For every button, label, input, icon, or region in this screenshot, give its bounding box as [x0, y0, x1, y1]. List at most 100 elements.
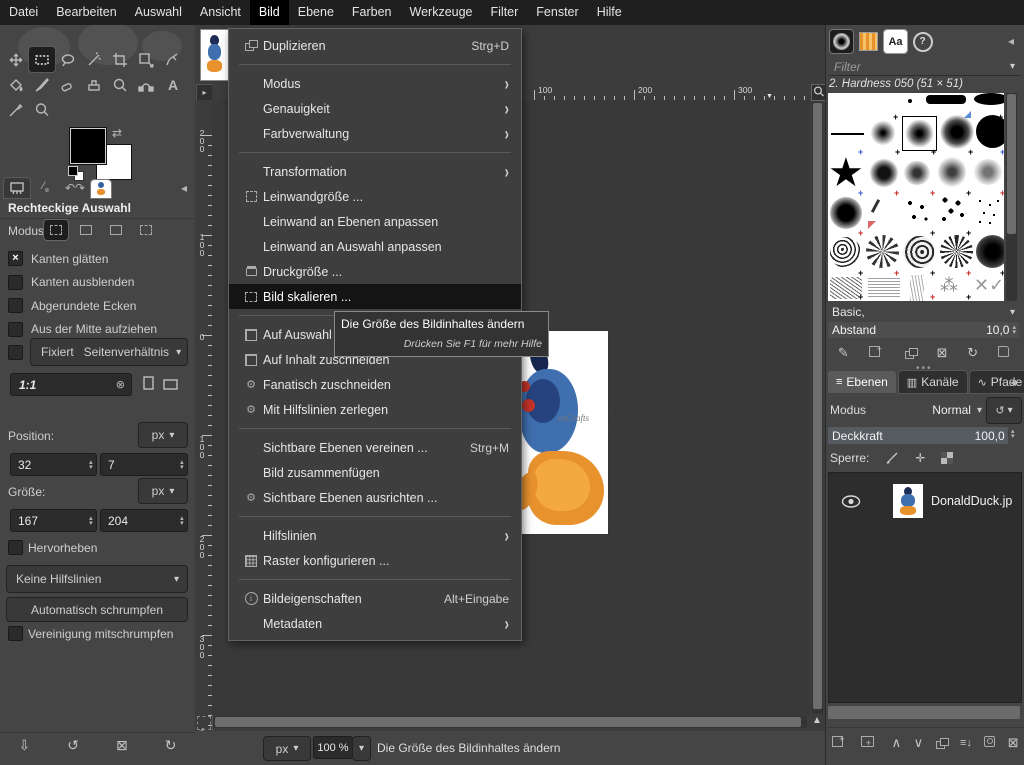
tab-patterns[interactable]: [857, 30, 880, 53]
menu-item-sichtbare-ebenen-ausrichten[interactable]: ⚙Sichtbare Ebenen ausrichten ...: [229, 485, 521, 510]
lock-alpha-icon[interactable]: [941, 452, 953, 464]
new-layer-icon[interactable]: +: [832, 736, 848, 750]
brush-swatch[interactable]: [904, 197, 932, 225]
brush-grid-scrollbar[interactable]: [1006, 93, 1017, 301]
brush-swatch[interactable]: ⁂: [940, 275, 958, 296]
opacity-spinner[interactable]: ▴▾: [1011, 429, 1015, 439]
zoom-tool[interactable]: [29, 97, 55, 122]
menu-item-raster-konfigurieren[interactable]: Raster konfigurieren ...: [229, 548, 521, 573]
mode-replace-button[interactable]: [44, 220, 68, 240]
size-width-spinner[interactable]: 167▴▾: [10, 509, 97, 532]
menu-item-metadaten[interactable]: Metadaten›: [229, 611, 521, 636]
menubar-item-bild[interactable]: Bild: [250, 0, 289, 25]
checkbox[interactable]: ×: [8, 251, 23, 266]
landscape-icon[interactable]: [163, 377, 180, 392]
brush-swatch[interactable]: [926, 95, 966, 104]
free-select-tool[interactable]: [55, 47, 81, 72]
collapse-layers-dock-icon[interactable]: ◂: [1010, 375, 1016, 389]
size-unit-dropdown[interactable]: px▾: [138, 478, 188, 504]
menu-item-transformation[interactable]: Transformation›: [229, 159, 521, 184]
brush-swatch[interactable]: [870, 159, 898, 187]
position-y-spinner[interactable]: 7▴▾: [100, 453, 188, 476]
menubar-item-bearbeiten[interactable]: Bearbeiten: [47, 0, 125, 25]
dodge-burn-tool[interactable]: [107, 72, 133, 97]
text-tool[interactable]: A: [159, 72, 185, 97]
brush-swatch[interactable]: [910, 275, 924, 301]
crop-tool[interactable]: [107, 47, 133, 72]
menubar-item-hilfe[interactable]: Hilfe: [588, 0, 631, 25]
delete-brush-icon[interactable]: ⊠: [937, 345, 948, 361]
zoom-value[interactable]: 100 %: [313, 736, 353, 759]
fixed-button[interactable]: Fixiert: [31, 345, 84, 359]
brush-swatch[interactable]: [830, 197, 862, 229]
raise-layer-icon[interactable]: ∧: [892, 735, 902, 751]
highlight-checkbox[interactable]: [8, 540, 23, 555]
fixed-checkbox[interactable]: [8, 345, 23, 360]
lock-pixels-icon[interactable]: [885, 451, 899, 465]
brush-swatch[interactable]: [974, 197, 1002, 225]
rectangle-select-tool[interactable]: [29, 47, 55, 72]
brush-swatch[interactable]: [940, 235, 973, 268]
navigation-button[interactable]: ▲: [812, 715, 822, 726]
menu-item-bild-zusammenfügen[interactable]: Bild zusammenfügen: [229, 460, 521, 485]
collapse-right-dock-icon[interactable]: ◂: [1008, 34, 1014, 48]
layer-list-scrollbar[interactable]: [828, 706, 1020, 719]
edit-brush-icon[interactable]: ✎: [838, 345, 849, 361]
handle-transform-tool[interactable]: [159, 47, 185, 72]
checkbox[interactable]: [8, 275, 23, 290]
layer-mode-switch-button[interactable]: ↺▾: [986, 397, 1022, 424]
brush-swatch[interactable]: [938, 195, 968, 225]
brush-swatch[interactable]: ✕✓: [974, 275, 1004, 296]
duplicate-layer-icon[interactable]: [936, 738, 948, 749]
open-as-image-icon[interactable]: [998, 346, 1009, 360]
layer-mode-dropdown[interactable]: Modus Normal ▾: [830, 397, 982, 423]
brush-filter-row[interactable]: Filter ▾: [828, 58, 1021, 76]
position-unit-dropdown[interactable]: px▾: [138, 422, 188, 448]
quick-mask-toggle[interactable]: [197, 716, 211, 730]
brush-swatch[interactable]: [830, 237, 861, 268]
selected-brush-outline[interactable]: [902, 116, 937, 151]
brush-swatch[interactable]: ★: [828, 155, 864, 191]
option-kanten-ausblenden[interactable]: Kanten ausblenden: [8, 271, 192, 295]
brush-swatch[interactable]: [866, 235, 899, 268]
brush-spacing-slider[interactable]: Abstand 10,0 ▴▾: [828, 322, 1019, 338]
menu-item-genauigkeit[interactable]: Genauigkeit›: [229, 96, 521, 121]
layer-mask-icon[interactable]: [984, 736, 995, 750]
merge-down-icon[interactable]: ≡↓: [960, 737, 972, 749]
brush-swatch[interactable]: [903, 236, 935, 268]
tab-tool-options[interactable]: [4, 178, 30, 198]
layer-thumbnail[interactable]: [893, 484, 923, 518]
menubar-item-ebene[interactable]: Ebene: [289, 0, 343, 25]
delete-tool-preset-icon[interactable]: ⊠: [116, 737, 128, 754]
clear-icon[interactable]: ⊗: [116, 378, 131, 391]
statusbar-unit-dropdown[interactable]: px▾: [263, 736, 311, 761]
layer-row[interactable]: DonaldDuck.jp: [829, 479, 1021, 523]
brush-swatch[interactable]: [976, 115, 1004, 148]
tab-fonts[interactable]: Aa: [884, 30, 907, 53]
color-picker-tool[interactable]: [3, 97, 29, 122]
layer-opacity-slider[interactable]: Deckkraft 100,0: [828, 427, 1008, 444]
unified-transform-tool[interactable]: [133, 47, 159, 72]
brush-swatch[interactable]: [908, 99, 912, 103]
menu-item-fanatisch-zuschneiden[interactable]: ⚙Fanatisch zuschneiden: [229, 372, 521, 397]
eraser-tool[interactable]: [55, 72, 81, 97]
tab-image-thumbnail[interactable]: [91, 180, 111, 198]
brush-swatch[interactable]: [870, 120, 896, 146]
menu-item-duplizieren[interactable]: DuplizierenStrg+D: [229, 33, 521, 58]
menubar-item-datei[interactable]: Datei: [0, 0, 47, 25]
brush-group-dropdown[interactable]: Basic,▾: [828, 304, 1019, 320]
menu-item-leinwandgröße[interactable]: Leinwandgröße ...: [229, 184, 521, 209]
guides-dropdown[interactable]: Keine Hilfslinien ▾: [6, 565, 188, 593]
restore-tool-preset-icon[interactable]: ↺: [67, 737, 79, 754]
menu-item-leinwand-an-auswahl-anpassen[interactable]: Leinwand an Auswahl anpassen: [229, 234, 521, 259]
save-tool-preset-icon[interactable]: ⇩: [19, 737, 31, 754]
brush-grid[interactable]: ++ ++ +++ ★ ++ +++ +++: [828, 93, 1004, 301]
visibility-eye-icon[interactable]: [841, 495, 861, 508]
menubar-item-farben[interactable]: Farben: [343, 0, 401, 25]
option-abgerundete-ecken[interactable]: Abgerundete Ecken: [8, 294, 192, 318]
tab-ebenen[interactable]: ≡Ebenen: [828, 371, 896, 393]
menu-item-modus[interactable]: Modus›: [229, 71, 521, 96]
menu-item-bildeigenschaften[interactable]: iBildeigenschaftenAlt+Eingabe: [229, 586, 521, 611]
zoom-dropdown[interactable]: ▾: [352, 736, 371, 761]
image-tab[interactable]: [201, 30, 228, 80]
